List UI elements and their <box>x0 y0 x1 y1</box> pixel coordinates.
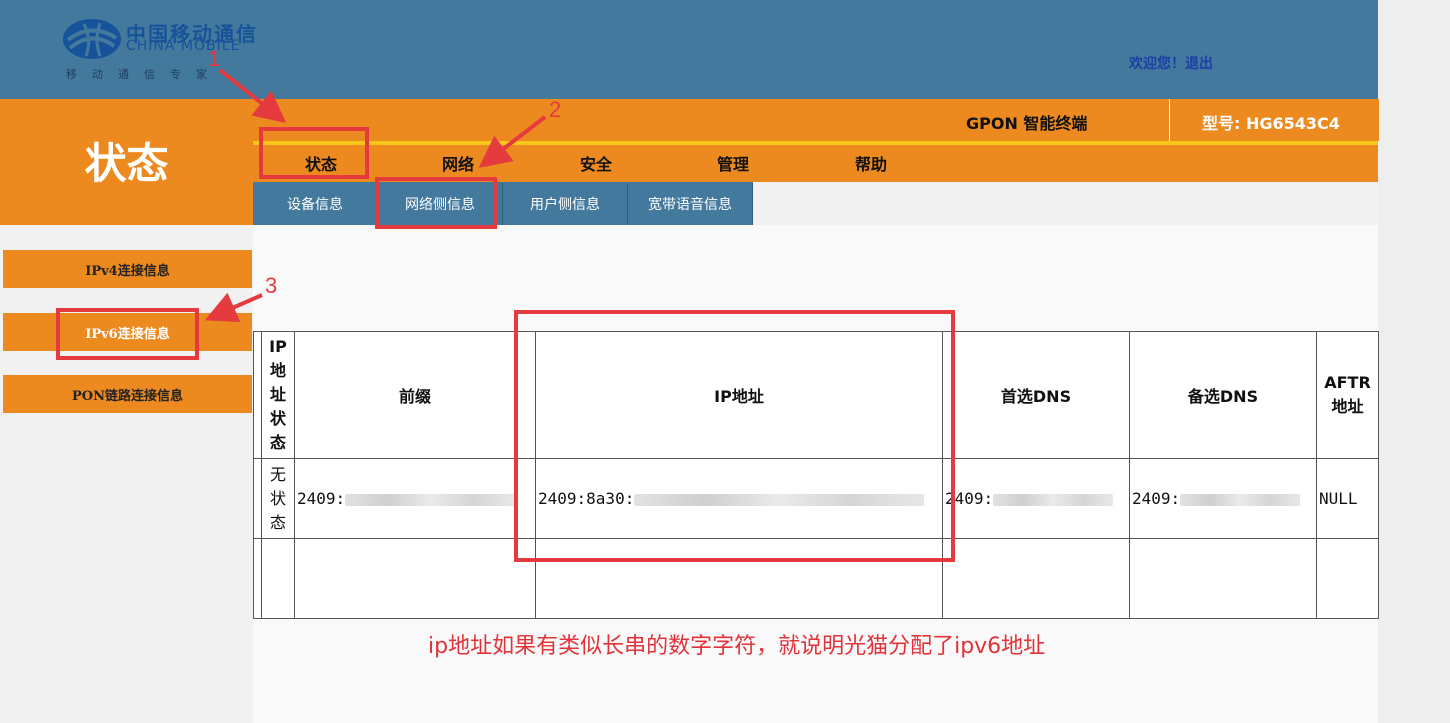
arrow-1-icon <box>218 68 287 123</box>
arrow-3-icon <box>204 292 263 322</box>
annotation-arrows <box>204 68 547 322</box>
arrow-2-icon <box>478 115 547 168</box>
